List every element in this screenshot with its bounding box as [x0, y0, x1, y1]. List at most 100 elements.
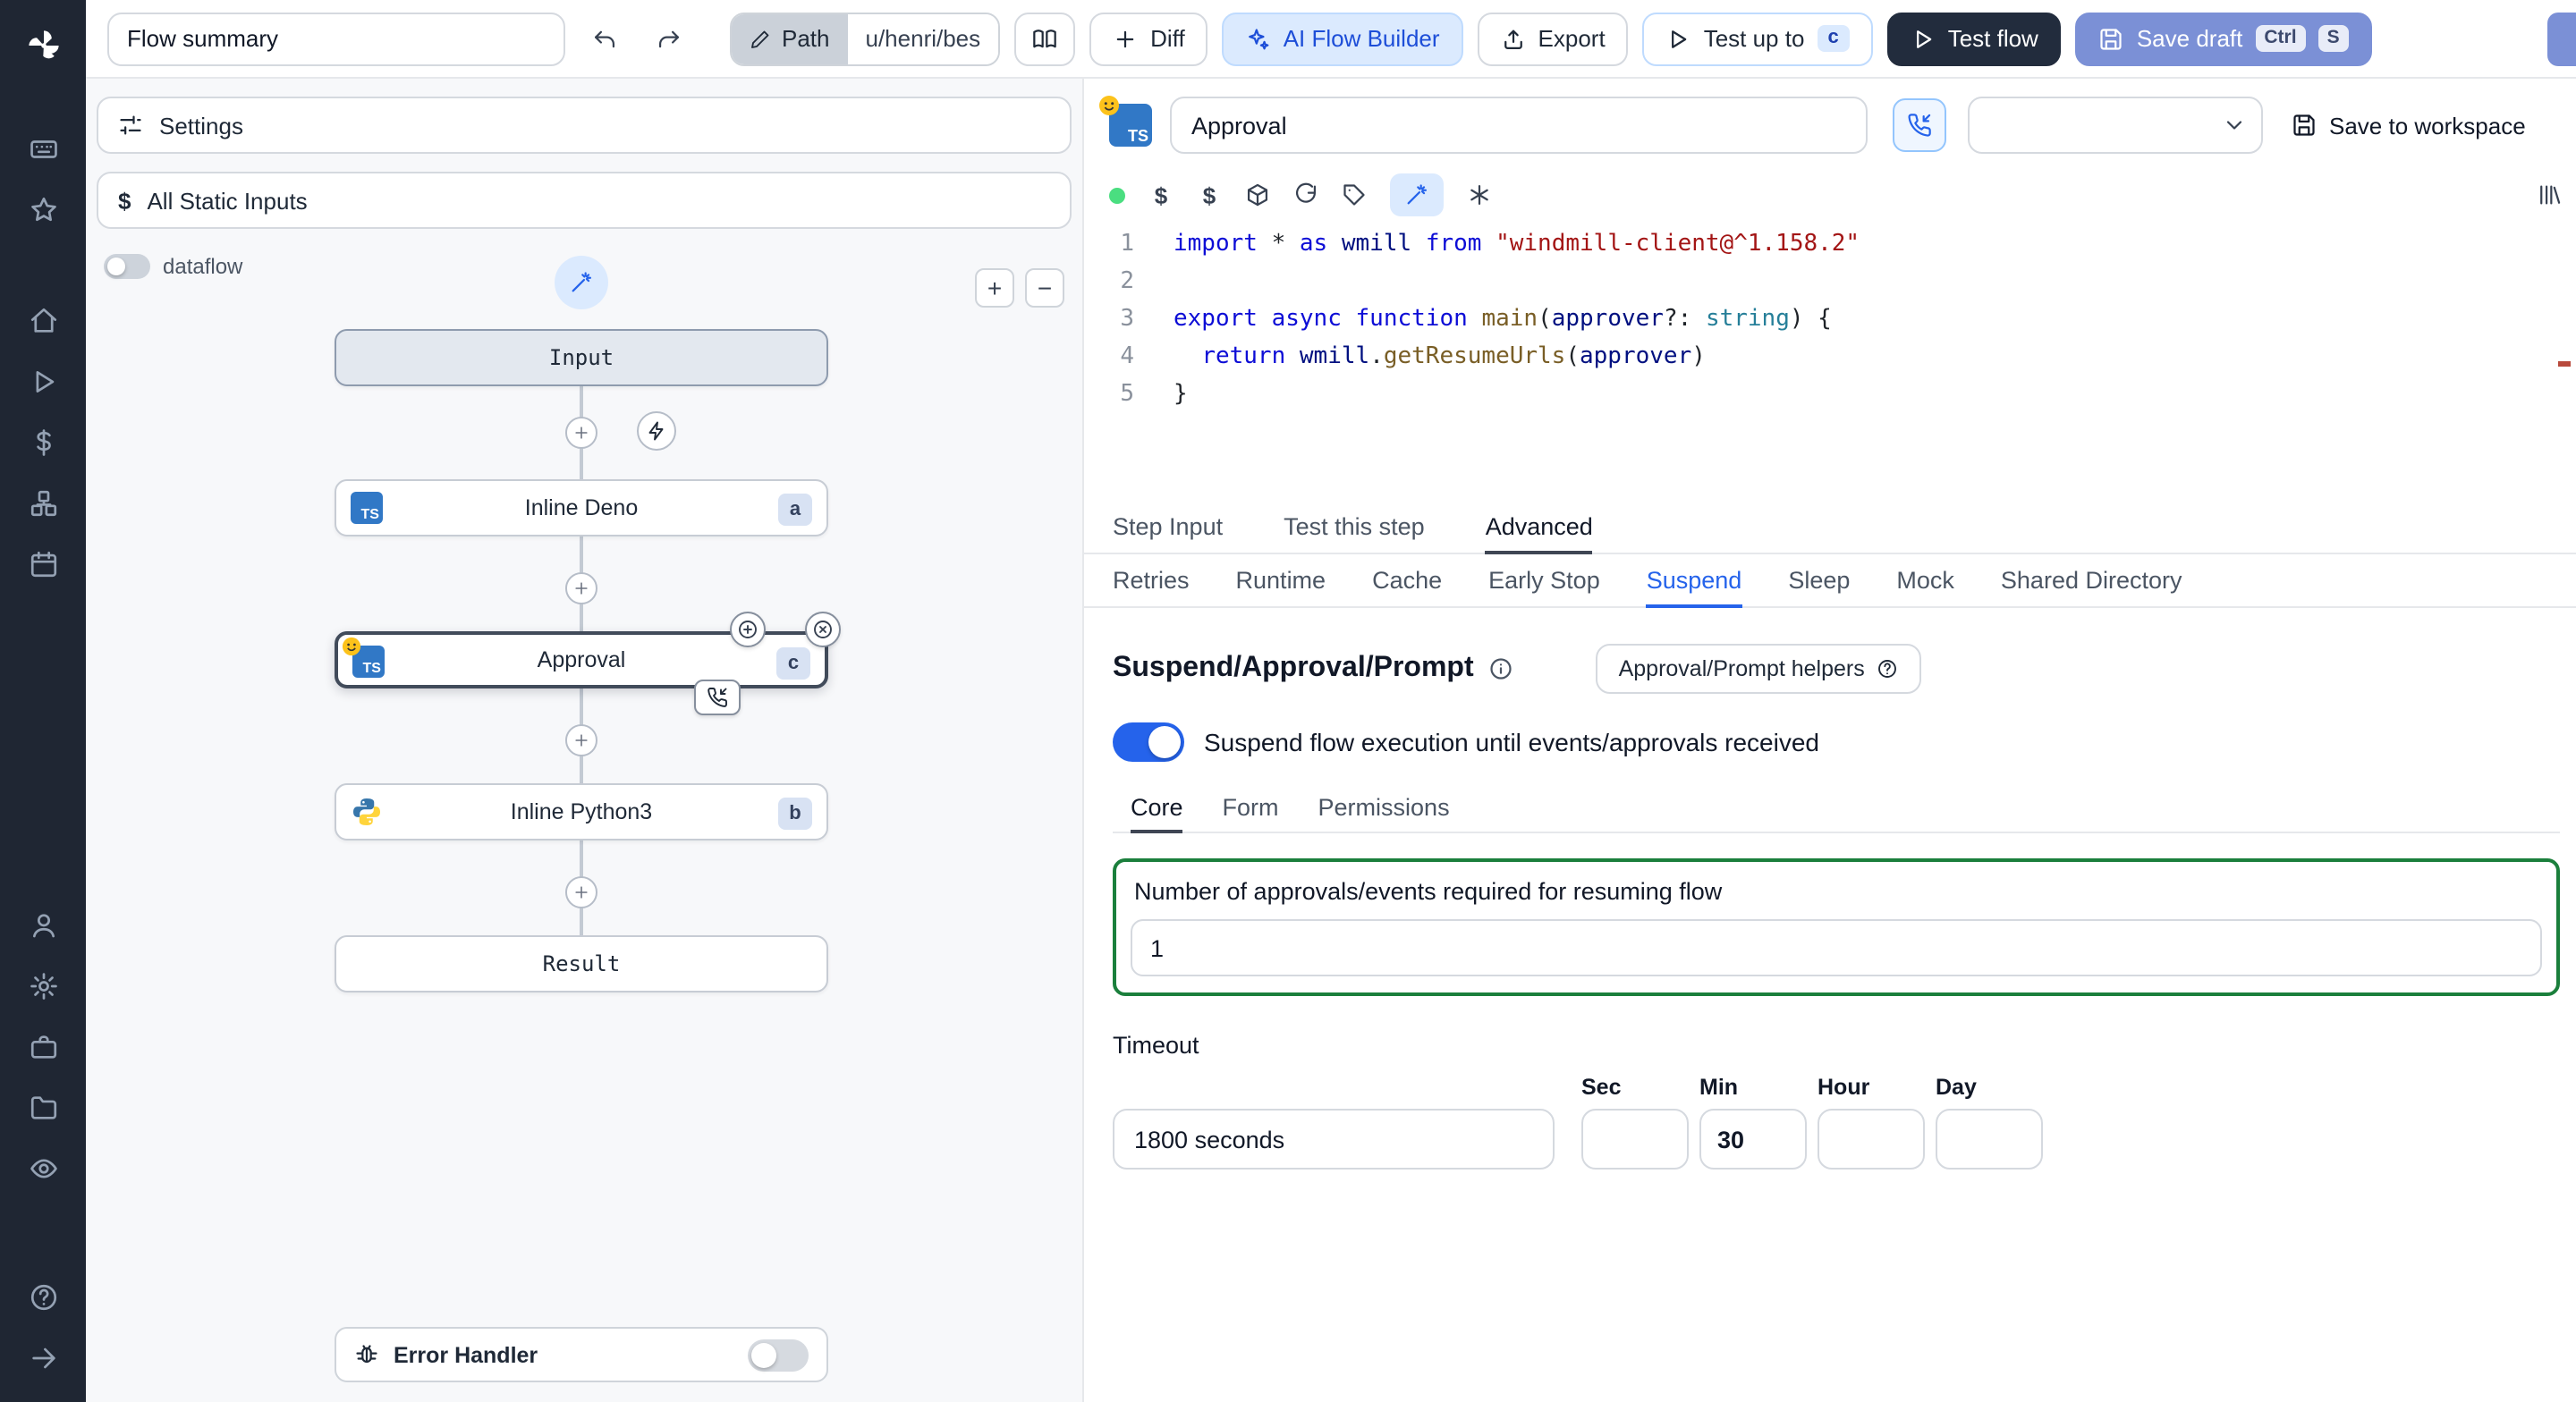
editor-toolbar: $ $	[1109, 172, 2562, 218]
docs-book-button[interactable]	[1014, 12, 1076, 65]
approvals-required-input[interactable]	[1131, 919, 2542, 976]
zoom-in-button[interactable]: +	[975, 268, 1014, 308]
code-line-1[interactable]: 1 import * as wmill from "windmill-client…	[1084, 225, 2576, 263]
asterisk-icon[interactable]	[1467, 182, 1492, 207]
insert-step-button[interactable]	[565, 724, 597, 756]
workers-briefcase-icon[interactable]	[13, 1016, 73, 1077]
path-button[interactable]: Path u/henri/bes	[730, 12, 1001, 65]
suspend-toggle[interactable]	[1113, 722, 1184, 762]
resources-boxes-icon[interactable]	[13, 472, 73, 533]
tab-retries[interactable]: Retries	[1113, 554, 1190, 608]
ai-flow-builder-button[interactable]: AI Flow Builder	[1222, 12, 1463, 65]
variables-dollar-icon[interactable]: $	[1148, 182, 1174, 208]
tab-step-input[interactable]: Step Input	[1113, 501, 1223, 554]
timeout-hour-input[interactable]	[1818, 1109, 1925, 1170]
timeout-units: Sec Min Hour Day	[1581, 1075, 2043, 1170]
help-icon[interactable]	[13, 1266, 73, 1327]
insert-step-button[interactable]	[565, 876, 597, 908]
code-line-5[interactable]: 5}	[1084, 376, 2576, 413]
dataflow-toggle[interactable]	[104, 254, 150, 279]
suspend-phone-button[interactable]	[1893, 98, 1946, 152]
package-icon[interactable]	[1245, 182, 1270, 207]
approval-prompt-helpers-button[interactable]: Approval/Prompt helpers	[1595, 644, 1922, 694]
node-result[interactable]: Result	[335, 935, 828, 992]
expand-sidebar-arrow-icon[interactable]	[13, 1327, 73, 1388]
tab-permissions[interactable]: Permissions	[1318, 783, 1450, 833]
refresh-icon[interactable]	[1293, 182, 1318, 207]
tab-runtime[interactable]: Runtime	[1236, 554, 1326, 608]
delete-step-button[interactable]	[805, 612, 841, 647]
step-dropdown[interactable]	[1968, 97, 2263, 154]
home-icon[interactable]	[13, 290, 73, 350]
timeout-sec-input[interactable]	[1581, 1109, 1689, 1170]
node-input[interactable]: Input	[335, 329, 828, 386]
node-inline-python[interactable]: Inline Python3 b	[335, 783, 828, 840]
move-step-button[interactable]	[730, 612, 766, 647]
timeout-unit-label: Min	[1699, 1075, 1739, 1100]
insert-step-button[interactable]	[565, 417, 597, 449]
kbd-ctrl: Ctrl	[2255, 25, 2306, 52]
save-draft-button[interactable]: Save draft Ctrl S	[2075, 12, 2372, 65]
ai-wand-button[interactable]	[555, 256, 608, 309]
sparkles-icon	[1246, 26, 1271, 51]
library-icon[interactable]	[2537, 182, 2562, 207]
timeout-day-input[interactable]	[1936, 1109, 2043, 1170]
save-to-workspace-button[interactable]: Save to workspace	[2292, 112, 2526, 139]
tab-early-stop[interactable]: Early Stop	[1488, 554, 1600, 608]
dataflow-label: dataflow	[163, 254, 243, 279]
timeout-min-input[interactable]	[1699, 1109, 1807, 1170]
deploy-more-button[interactable]	[2547, 13, 2576, 66]
code-line-2[interactable]: 2	[1084, 263, 2576, 300]
test-flow-button[interactable]: Test flow	[1886, 12, 2062, 65]
trigger-zap-button[interactable]	[637, 411, 676, 451]
insert-step-button[interactable]	[565, 572, 597, 604]
step-name-input[interactable]	[1170, 97, 1868, 154]
tab-form[interactable]: Form	[1223, 783, 1279, 833]
tab-advanced[interactable]: Advanced	[1485, 501, 1593, 554]
flow-summary-input[interactable]	[107, 12, 565, 65]
tab-mock[interactable]: Mock	[1896, 554, 1954, 608]
tag-icon[interactable]	[1342, 182, 1367, 207]
audit-eye-icon[interactable]	[13, 1137, 73, 1198]
diff-button[interactable]: Diff	[1089, 12, 1208, 65]
apps-icon[interactable]	[13, 118, 73, 179]
resources-dollar-icon[interactable]: $	[1197, 182, 1222, 208]
info-icon[interactable]	[1488, 656, 1513, 681]
undo-button[interactable]	[580, 13, 630, 63]
node-inline-deno[interactable]: TS Inline Deno a	[335, 479, 828, 536]
favorites-star-icon[interactable]	[13, 179, 73, 240]
variables-dollar-icon[interactable]	[13, 411, 73, 472]
test-flow-label: Test flow	[1947, 25, 2038, 52]
suspend-phone-badge[interactable]	[694, 680, 741, 715]
tab-sleep[interactable]: Sleep	[1788, 554, 1850, 608]
export-label: Export	[1538, 25, 1606, 52]
ai-wand-icon[interactable]	[1390, 173, 1444, 216]
tab-shared-directory[interactable]: Shared Directory	[2001, 554, 2182, 608]
zoom-out-button[interactable]: −	[1025, 268, 1064, 308]
user-icon[interactable]	[13, 894, 73, 955]
tab-suspend[interactable]: Suspend	[1646, 554, 1742, 608]
folders-icon[interactable]	[13, 1077, 73, 1137]
code-editor[interactable]: 1 import * as wmill from "windmill-client…	[1084, 225, 2576, 497]
tab-test-this-step[interactable]: Test this step	[1284, 501, 1425, 554]
tab-cache[interactable]: Cache	[1372, 554, 1442, 608]
schedules-calendar-icon[interactable]	[13, 533, 73, 594]
error-handler-row[interactable]: Error Handler	[335, 1327, 828, 1382]
error-handler-toggle[interactable]	[748, 1339, 809, 1371]
play-icon	[1666, 26, 1691, 51]
save-icon	[2099, 26, 2124, 51]
gear-icon[interactable]	[13, 955, 73, 1016]
tab-core[interactable]: Core	[1131, 783, 1183, 833]
timeout-total-input[interactable]	[1113, 1109, 1555, 1170]
flow-settings-button[interactable]: Settings	[97, 97, 1072, 154]
deno-badge-icon	[340, 483, 360, 503]
code-line-3[interactable]: 3 export async function main(approver?: s…	[1084, 300, 2576, 338]
export-icon	[1501, 26, 1526, 51]
runs-play-icon[interactable]	[13, 350, 73, 411]
windmill-logo-icon[interactable]	[13, 14, 73, 75]
export-button[interactable]: Export	[1477, 12, 1629, 65]
code-line-4[interactable]: 4 return wmill.getResumeUrls(approver)	[1084, 338, 2576, 376]
test-up-to-button[interactable]: Test up to c	[1642, 12, 1873, 65]
redo-button[interactable]	[644, 13, 694, 63]
all-static-inputs-button[interactable]: $ All Static Inputs	[97, 172, 1072, 229]
